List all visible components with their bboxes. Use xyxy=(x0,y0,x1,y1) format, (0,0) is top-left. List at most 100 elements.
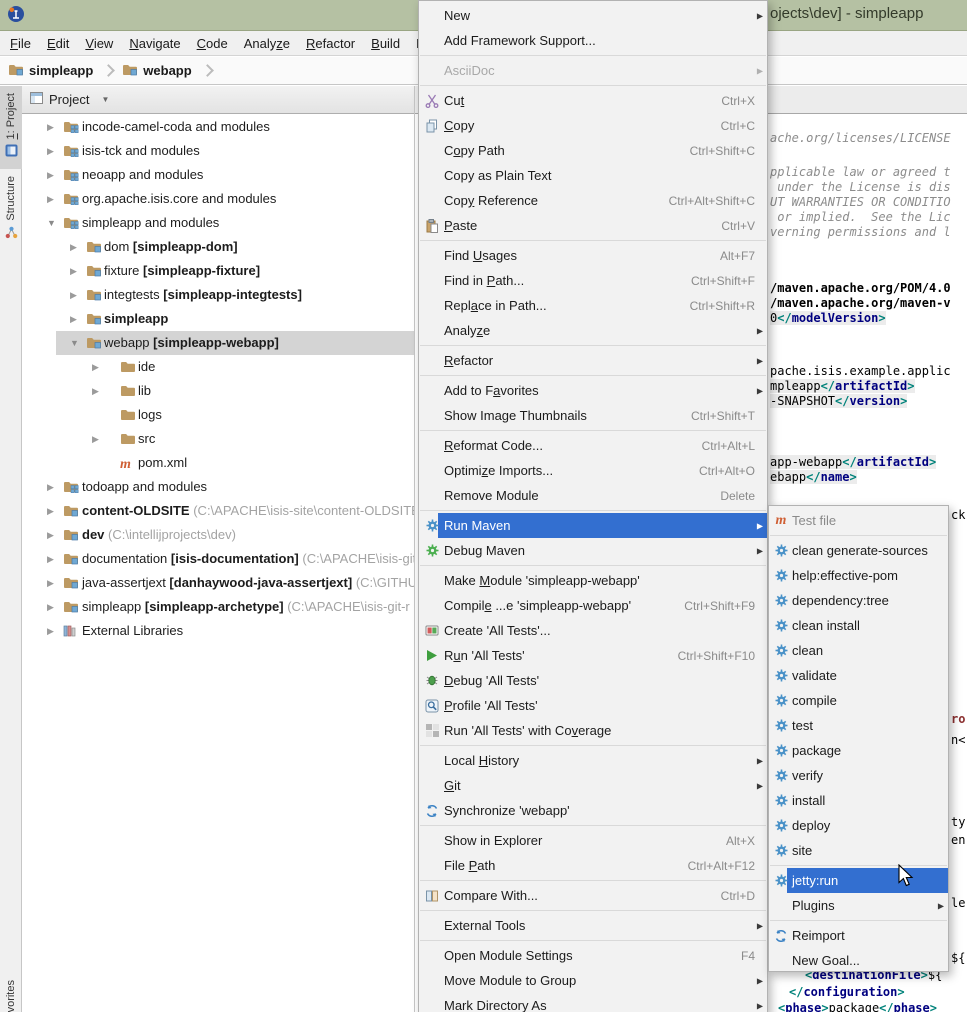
tree-expand-arrow-icon[interactable]: ▶ xyxy=(47,482,54,492)
menubar-item-edit[interactable]: Edit xyxy=(39,33,77,54)
maven-goal-verify[interactable]: verify xyxy=(769,763,948,788)
menu-item-show-in-explorer[interactable]: Show in ExplorerAlt+X xyxy=(419,828,767,853)
maven-goal-site[interactable]: site xyxy=(769,838,948,863)
maven-goal-jetty-run[interactable]: jetty:run xyxy=(769,868,948,893)
tree-row-content-oldsite-c-apache-is[interactable]: ▶content-OLDSITE (C:\APACHE\isis-site\co… xyxy=(22,499,414,523)
menu-item-move-module-to-group[interactable]: Move Module to Group▶ xyxy=(419,968,767,993)
tree-row-lib[interactable]: ▶lib xyxy=(22,379,414,403)
menu-item-analyze[interactable]: Analyze▶ xyxy=(419,318,767,343)
maven-goal-clean-generate-sources[interactable]: clean generate-sources xyxy=(769,538,948,563)
menubar-item-build[interactable]: Build xyxy=(363,33,408,54)
tool-button-structure[interactable]: Structure xyxy=(0,169,22,251)
tree-row-java-assertjext-danhaywood-j[interactable]: ▶java-assertjext [danhaywood-java-assert… xyxy=(22,571,414,595)
menu-item-file-path[interactable]: File PathCtrl+Alt+F12 xyxy=(419,853,767,878)
tree-expand-arrow-icon[interactable]: ▶ xyxy=(47,530,54,540)
tree-expand-arrow-icon[interactable]: ▶ xyxy=(47,578,54,588)
tree-expand-arrow-icon[interactable]: ▶ xyxy=(47,170,54,180)
menu-item-debug-maven[interactable]: Debug Maven▶ xyxy=(419,538,767,563)
tree-row-ide[interactable]: ▶ide xyxy=(22,355,414,379)
tree-row-simpleapp-and-modules[interactable]: ▼simpleapp and modules xyxy=(22,211,414,235)
menu-item-copy[interactable]: CopyCtrl+C xyxy=(419,113,767,138)
tree-expand-arrow-icon[interactable]: ▶ xyxy=(47,146,54,156)
menu-item-run-maven[interactable]: Run Maven▶ xyxy=(419,513,767,538)
tree-row-documentation-isis-documenta[interactable]: ▶documentation [isis-documentation] (C:\… xyxy=(22,547,414,571)
maven-goal-package[interactable]: package xyxy=(769,738,948,763)
menu-item-optimize-imports[interactable]: Optimize Imports...Ctrl+Alt+O xyxy=(419,458,767,483)
menu-item-asciidoc[interactable]: AsciiDoc▶ xyxy=(419,58,767,83)
maven-goal-clean-install[interactable]: clean install xyxy=(769,613,948,638)
menu-item-debug-all-tests[interactable]: Debug 'All Tests' xyxy=(419,668,767,693)
tree-row-logs[interactable]: logs xyxy=(22,403,414,427)
maven-goal-plugins[interactable]: Plugins▶ xyxy=(769,893,948,918)
tree-expand-arrow-icon[interactable]: ▶ xyxy=(70,266,77,276)
menubar-item-analyze[interactable]: Analyze xyxy=(236,33,298,54)
tree-expand-arrow-icon[interactable]: ▶ xyxy=(47,626,54,636)
menu-item-git[interactable]: Git▶ xyxy=(419,773,767,798)
tool-button-favorites[interactable]: avorites xyxy=(0,973,22,1012)
menu-item-refactor[interactable]: Refactor▶ xyxy=(419,348,767,373)
menu-item-new[interactable]: New▶ xyxy=(419,3,767,28)
tree-expand-arrow-icon[interactable]: ▶ xyxy=(47,602,54,612)
menu-item-make-module-simpleapp-webapp[interactable]: Make Module 'simpleapp-webapp' xyxy=(419,568,767,593)
tree-row-org-apache-isis-core-and-modul[interactable]: ▶org.apache.isis.core and modules xyxy=(22,187,414,211)
maven-goal-dependency-tree[interactable]: dependency:tree xyxy=(769,588,948,613)
menu-item-external-tools[interactable]: External Tools▶ xyxy=(419,913,767,938)
menu-item-profile-all-tests[interactable]: Profile 'All Tests' xyxy=(419,693,767,718)
menu-item-add-framework-support[interactable]: Add Framework Support... xyxy=(419,28,767,53)
menu-item-cut[interactable]: CutCtrl+X xyxy=(419,88,767,113)
menu-item-run-all-tests[interactable]: Run 'All Tests'Ctrl+Shift+F10 xyxy=(419,643,767,668)
menu-item-local-history[interactable]: Local History▶ xyxy=(419,748,767,773)
tree-row-incode-camel-coda-and-modules[interactable]: ▶incode-camel-coda and modules xyxy=(22,115,414,139)
breadcrumb-item-simpleapp[interactable]: simpleapp xyxy=(8,63,93,79)
maven-goal-clean[interactable]: clean xyxy=(769,638,948,663)
menubar-item-refactor[interactable]: Refactor xyxy=(298,33,363,54)
menu-item-open-module-settings[interactable]: Open Module SettingsF4 xyxy=(419,943,767,968)
maven-goal-new-goal[interactable]: New Goal... xyxy=(769,948,948,973)
menu-item-paste[interactable]: PasteCtrl+V xyxy=(419,213,767,238)
tree-row-webapp-simpleapp-webapp[interactable]: ▼webapp [simpleapp-webapp] xyxy=(22,331,414,355)
tree-expand-arrow-icon[interactable]: ▶ xyxy=(47,194,54,204)
maven-goal-install[interactable]: install xyxy=(769,788,948,813)
menu-item-mark-directory-as[interactable]: Mark Directory As▶ xyxy=(419,993,767,1012)
menu-item-remove-module[interactable]: Remove ModuleDelete xyxy=(419,483,767,508)
tree-expand-arrow-icon[interactable]: ▶ xyxy=(70,290,77,300)
maven-goal-reimport[interactable]: Reimport xyxy=(769,923,948,948)
tree-row-neoapp-and-modules[interactable]: ▶neoapp and modules xyxy=(22,163,414,187)
maven-goal-help-effective-pom[interactable]: help:effective-pom xyxy=(769,563,948,588)
tree-expand-arrow-icon[interactable]: ▶ xyxy=(47,122,54,132)
tree-row-dom-simpleapp-dom[interactable]: ▶dom [simpleapp-dom] xyxy=(22,235,414,259)
menu-item-replace-in-path[interactable]: Replace in Path...Ctrl+Shift+R xyxy=(419,293,767,318)
tree-expand-arrow-icon[interactable]: ▶ xyxy=(47,506,54,516)
breadcrumb-item-webapp[interactable]: webapp xyxy=(122,63,191,79)
tool-button-1-project[interactable]: 1: Project xyxy=(0,86,22,169)
tree-row-fixture-simpleapp-fixture[interactable]: ▶fixture [simpleapp-fixture] xyxy=(22,259,414,283)
tree-row-external-libraries[interactable]: ▶External Libraries xyxy=(22,619,414,643)
tree-expand-arrow-icon[interactable]: ▶ xyxy=(47,554,54,564)
menu-item-copy-reference[interactable]: Copy ReferenceCtrl+Alt+Shift+C xyxy=(419,188,767,213)
tree-row-simpleapp-simpleapp-archetyp[interactable]: ▶simpleapp [simpleapp-archetype] (C:\APA… xyxy=(22,595,414,619)
tree-collapse-arrow-icon[interactable]: ▼ xyxy=(70,338,79,348)
menu-item-show-image-thumbnails[interactable]: Show Image ThumbnailsCtrl+Shift+T xyxy=(419,403,767,428)
menubar-item-navigate[interactable]: Navigate xyxy=(121,33,188,54)
menu-item-synchronize-webapp[interactable]: Synchronize 'webapp' xyxy=(419,798,767,823)
maven-goal-validate[interactable]: validate xyxy=(769,663,948,688)
tree-row-simpleapp[interactable]: ▶simpleapp xyxy=(22,307,414,331)
tree-collapse-arrow-icon[interactable]: ▼ xyxy=(47,218,56,228)
menu-item-compare-with[interactable]: Compare With...Ctrl+D xyxy=(419,883,767,908)
maven-goal-deploy[interactable]: deploy xyxy=(769,813,948,838)
chevron-down-icon[interactable]: ▼ xyxy=(101,95,109,104)
tree-expand-arrow-icon[interactable]: ▶ xyxy=(92,386,99,396)
menu-item-create-all-tests[interactable]: Create 'All Tests'... xyxy=(419,618,767,643)
tree-expand-arrow-icon[interactable]: ▶ xyxy=(70,242,77,252)
tree-row-pom-xml[interactable]: mpom.xml xyxy=(22,451,414,475)
tree-expand-arrow-icon[interactable]: ▶ xyxy=(70,314,77,324)
tree-row-isis-tck-and-modules[interactable]: ▶isis-tck and modules xyxy=(22,139,414,163)
menubar-item-file[interactable]: File xyxy=(2,33,39,54)
maven-goal-compile[interactable]: compile xyxy=(769,688,948,713)
menu-item-find-in-path[interactable]: Find in Path...Ctrl+Shift+F xyxy=(419,268,767,293)
menu-item-compile-e-simpleapp-webapp[interactable]: Compile ...e 'simpleapp-webapp'Ctrl+Shif… xyxy=(419,593,767,618)
menu-item-copy-path[interactable]: Copy PathCtrl+Shift+C xyxy=(419,138,767,163)
maven-goal-test[interactable]: test xyxy=(769,713,948,738)
project-panel-header[interactable]: Project ▼ xyxy=(22,86,414,114)
tree-row-dev-c-intellijprojects-dev[interactable]: ▶dev (C:\intellijprojects\dev) xyxy=(22,523,414,547)
